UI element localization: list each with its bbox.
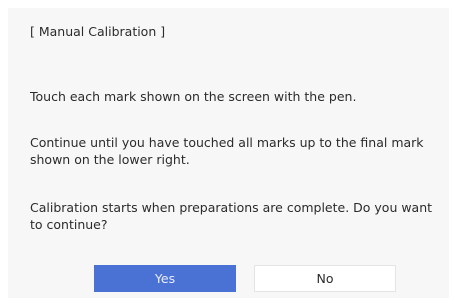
confirmation-question: Calibration starts when preparations are… [30,200,433,232]
dialog-title: [ Manual Calibration ] [30,24,166,39]
yes-button[interactable]: Yes [94,265,236,292]
calibration-dialog: [ Manual Calibration ] Touch each mark s… [8,8,449,298]
instruction-touch-marks: Touch each mark shown on the screen with… [30,89,357,104]
no-button[interactable]: No [254,265,396,292]
instruction-continue-final-mark: Continue until you have touched all mark… [30,135,424,167]
